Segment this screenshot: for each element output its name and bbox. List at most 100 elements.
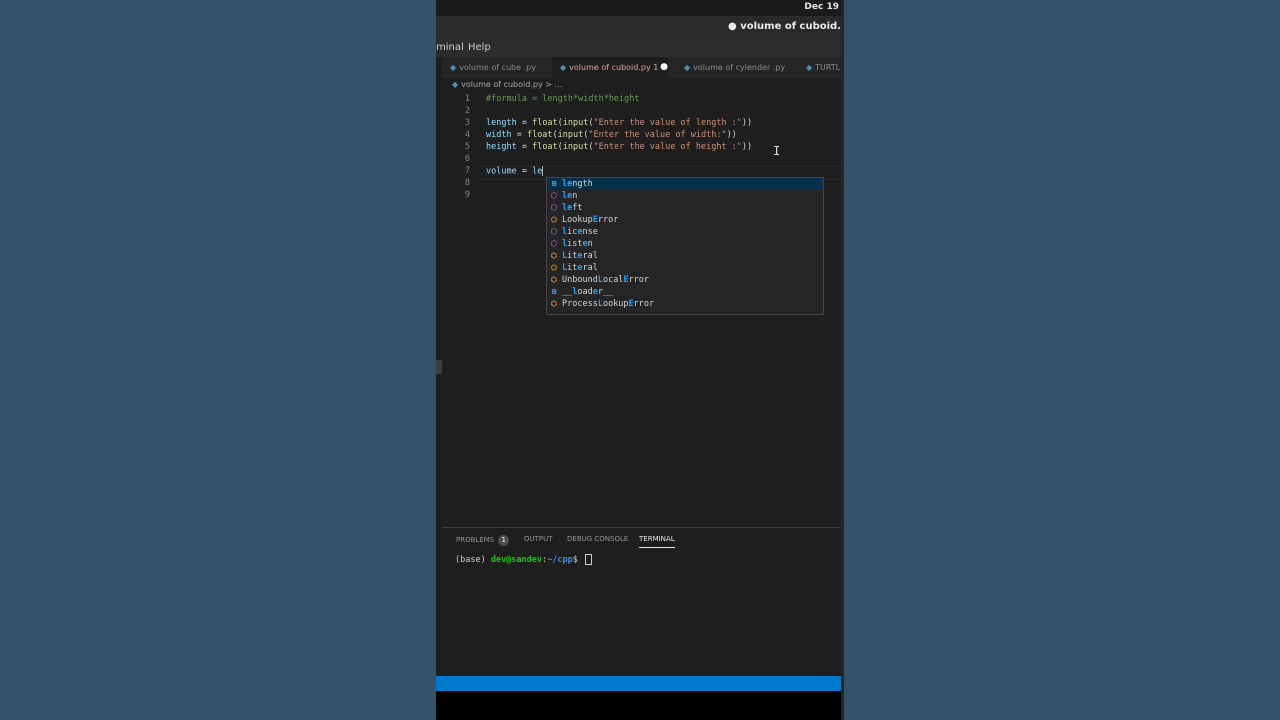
suggestion-item[interactable]: ⛭ UnboundLocalError bbox=[547, 274, 823, 286]
line-number: 5 bbox=[464, 142, 470, 152]
suggestion-match: le bbox=[562, 179, 573, 189]
suggestion-text: ocal bbox=[602, 275, 624, 285]
suggestion-item[interactable]: ⛭ ProcessLookupError bbox=[547, 298, 823, 310]
terminal-cursor bbox=[584, 554, 592, 565]
python-file-icon: ◆ bbox=[684, 63, 691, 72]
code-line-4: width = float(input("Enter the value of … bbox=[486, 130, 737, 140]
tab-volume-of-cube[interactable]: ◆ volume of cube .py bbox=[450, 57, 536, 78]
suggestion-label: Literal bbox=[562, 250, 598, 262]
menu-help[interactable]: Help bbox=[468, 42, 491, 53]
function-icon: ⬡ bbox=[550, 191, 558, 200]
suggestion-label: left bbox=[562, 202, 583, 214]
autocomplete-suggestions[interactable]: ⊞ length ⬡ len ⬡ left ⛭ LookupError ⬡ li… bbox=[546, 177, 824, 315]
terminal-prompt[interactable]: (base) dev@sandev:~/cpp$ bbox=[455, 554, 592, 565]
python-file-icon: ◆ bbox=[452, 80, 459, 89]
tab-volume-of-cylender[interactable]: ◆ volume of cylender .py bbox=[684, 57, 785, 78]
breadcrumb-text: volume of cuboid.py > ... bbox=[461, 80, 563, 89]
python-file-icon: ◆ bbox=[450, 63, 457, 72]
suggestion-text: n bbox=[587, 239, 593, 249]
tab-label: TURTL bbox=[815, 63, 841, 72]
line-number: 2 bbox=[464, 106, 470, 116]
code-token: length bbox=[486, 118, 517, 128]
line-number: 1 bbox=[464, 94, 470, 104]
code-token: input bbox=[562, 118, 589, 128]
suggestion-text: n bbox=[572, 191, 578, 201]
system-top-bar: Dec 19 bbox=[436, 0, 841, 16]
ibeam-cursor-icon: Ι bbox=[773, 144, 781, 158]
code-token: "Enter the value of length :" bbox=[593, 118, 742, 128]
code-token: input bbox=[562, 142, 589, 152]
code-token: )) bbox=[741, 142, 753, 152]
menu-bar: minal Help bbox=[436, 39, 841, 57]
tab-label: PROBLEMS bbox=[456, 536, 495, 544]
line-number: 3 bbox=[464, 118, 470, 128]
title-bar: ● volume of cuboid.py - bbox=[436, 16, 841, 39]
suggestion-text: Lookup bbox=[562, 215, 593, 225]
unsaved-dot-icon[interactable]: ● bbox=[660, 57, 668, 78]
line-number: 6 bbox=[464, 154, 470, 164]
line-number: 7 bbox=[464, 166, 470, 176]
suggestion-match: le bbox=[562, 203, 573, 213]
suggestion-text: ic bbox=[567, 227, 578, 237]
breadcrumb[interactable]: ◆ volume of cuboid.py > ... bbox=[452, 80, 562, 89]
suggestion-label: license bbox=[562, 226, 598, 238]
line-number: 4 bbox=[464, 130, 470, 140]
code-line-3: length = float(input("Enter the value of… bbox=[486, 118, 752, 128]
suggestion-match: le bbox=[562, 191, 573, 201]
code-token: "Enter the value of width:" bbox=[588, 130, 727, 140]
suggestion-item[interactable]: ⛭ LookupError bbox=[547, 214, 823, 226]
suggestion-text: r__ bbox=[597, 287, 614, 297]
suggestion-item[interactable]: ⬡ license bbox=[547, 226, 823, 238]
suggestion-item[interactable]: ⬡ left bbox=[547, 202, 823, 214]
code-token: )) bbox=[741, 118, 753, 128]
line-number: 9 bbox=[464, 190, 470, 200]
terminal-user: dev@sandev bbox=[490, 555, 543, 565]
vscode-window: Dec 19 ● volume of cuboid.py - minal Hel… bbox=[436, 0, 841, 720]
suggestion-text: ral bbox=[582, 251, 598, 261]
suggestion-item[interactable]: ⛭ Literal bbox=[547, 262, 823, 274]
tab-output[interactable]: OUTPUT bbox=[524, 535, 553, 543]
bottom-black-area bbox=[436, 691, 841, 720]
suggestion-text: rror bbox=[633, 299, 655, 309]
suggestion-item[interactable]: ⬡ len bbox=[547, 190, 823, 202]
code-token: float bbox=[532, 118, 558, 128]
tab-label: volume of cube .py bbox=[459, 63, 536, 72]
terminal-prompt-symbol: $ bbox=[572, 555, 583, 565]
window-edge bbox=[841, 0, 844, 720]
class-icon: ⛭ bbox=[550, 275, 558, 284]
code-token-typed: le bbox=[532, 166, 543, 177]
suggestion-text: ft bbox=[572, 203, 583, 213]
tab-terminal[interactable]: TERMINAL bbox=[639, 535, 675, 548]
tab-problems[interactable]: PROBLEMS 1 bbox=[456, 535, 510, 546]
suggestion-label: length bbox=[562, 178, 593, 190]
class-icon: ⛭ bbox=[550, 215, 558, 224]
function-icon: ⬡ bbox=[550, 239, 558, 248]
function-icon: ⬡ bbox=[550, 203, 558, 212]
suggestion-label: ProcessLookupError bbox=[562, 298, 654, 310]
tab-turtle[interactable]: ◆ TURTL bbox=[806, 57, 840, 78]
suggestion-text: ist bbox=[567, 239, 583, 249]
suggestion-text: __ bbox=[562, 287, 573, 297]
code-token: = bbox=[516, 166, 533, 177]
suggestion-text: rror bbox=[628, 275, 650, 285]
code-line-7: volume = le bbox=[486, 166, 544, 177]
code-token: float bbox=[532, 142, 558, 152]
suggestion-label: LookupError bbox=[562, 214, 618, 226]
suggestion-item[interactable]: ⊞ __loader__ bbox=[547, 286, 823, 298]
code-token: float bbox=[526, 130, 553, 140]
menu-terminal[interactable]: minal bbox=[436, 42, 464, 53]
code-token: = bbox=[516, 142, 533, 152]
tab-debug-console[interactable]: DEBUG CONSOLE bbox=[567, 535, 628, 543]
status-bar[interactable] bbox=[436, 676, 841, 691]
clock[interactable]: Dec 19 bbox=[804, 2, 839, 12]
tab-volume-of-cuboid[interactable]: ◆ volume of cuboid.py 1 ● bbox=[552, 57, 668, 78]
tab-label: volume of cuboid.py 1 bbox=[569, 63, 659, 72]
suggestion-item[interactable]: ⬡ listen bbox=[547, 238, 823, 250]
suggestion-item[interactable]: ⊞ length bbox=[547, 178, 823, 190]
suggestion-text: it bbox=[567, 251, 578, 261]
suggestion-text: ral bbox=[582, 263, 598, 273]
text-caret bbox=[542, 166, 544, 176]
python-file-icon: ◆ bbox=[560, 63, 567, 72]
suggestion-item[interactable]: ⛭ Literal bbox=[547, 250, 823, 262]
problems-count-badge: 1 bbox=[498, 535, 510, 546]
